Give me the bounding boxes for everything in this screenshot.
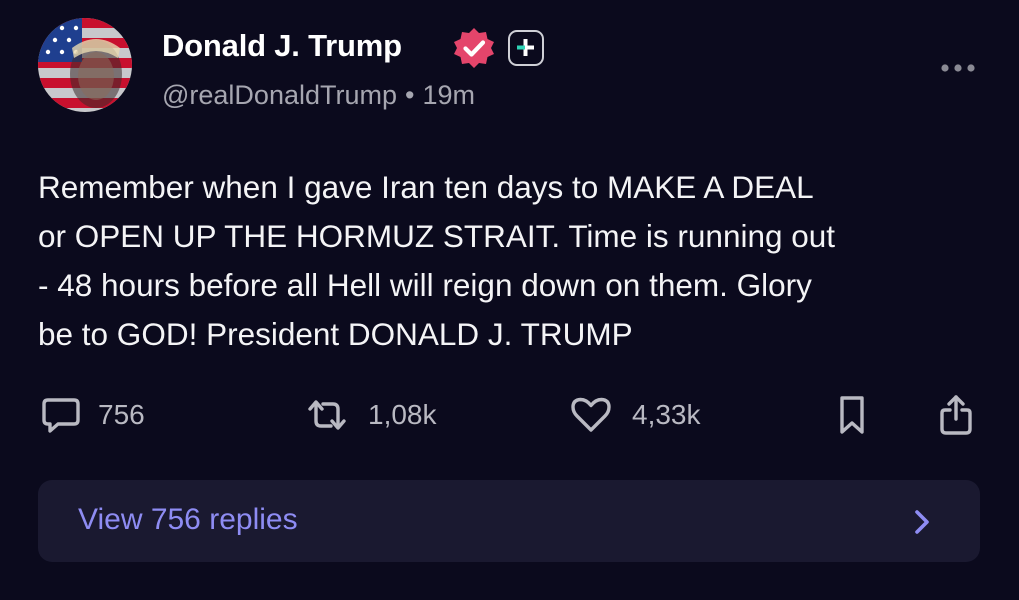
bookmark-button[interactable]	[834, 393, 870, 437]
reply-count: 756	[98, 399, 145, 430]
share-button[interactable]	[938, 393, 974, 437]
share-icon	[940, 395, 972, 435]
post-timestamp: 19m	[422, 80, 475, 110]
post-line: Remember when I gave Iran ten days to MA…	[38, 169, 814, 205]
author-display-name[interactable]: Donald J. Trump	[162, 28, 402, 64]
avatar[interactable]	[38, 18, 132, 112]
view-replies-button[interactable]: View 756 replies	[38, 480, 980, 562]
repost-button[interactable]: 1,08k	[304, 393, 437, 437]
repost-icon	[308, 400, 346, 430]
chevron-right-icon	[915, 510, 929, 534]
bookmark-icon	[840, 396, 864, 434]
like-button[interactable]: 4,33k	[570, 393, 701, 437]
reply-button[interactable]: 756	[40, 393, 145, 437]
view-replies-label: View 756 replies	[78, 503, 298, 536]
plus-badge-icon	[508, 30, 544, 66]
heart-icon	[571, 397, 611, 432]
post-line: or OPEN UP THE HORMUZ STRAIT. Time is ru…	[38, 218, 836, 254]
verified-badge-icon	[454, 28, 494, 68]
meta-separator: •	[405, 80, 415, 110]
author-handle[interactable]: @realDonaldTrump	[162, 80, 397, 110]
flag-portrait-avatar-icon	[38, 18, 132, 112]
post-body: Remember when I gave Iran ten days to MA…	[38, 163, 988, 359]
author-meta: @realDonaldTrump • 19m	[162, 80, 475, 111]
post-line: be to GOD! President DONALD J. TRUMP	[38, 316, 633, 352]
repost-count: 1,08k	[368, 399, 437, 430]
post-line: - 48 hours before all Hell will reign do…	[38, 267, 812, 303]
like-count: 4,33k	[632, 399, 701, 430]
more-options-icon[interactable]	[938, 58, 978, 78]
reply-bubble-icon	[42, 398, 80, 433]
